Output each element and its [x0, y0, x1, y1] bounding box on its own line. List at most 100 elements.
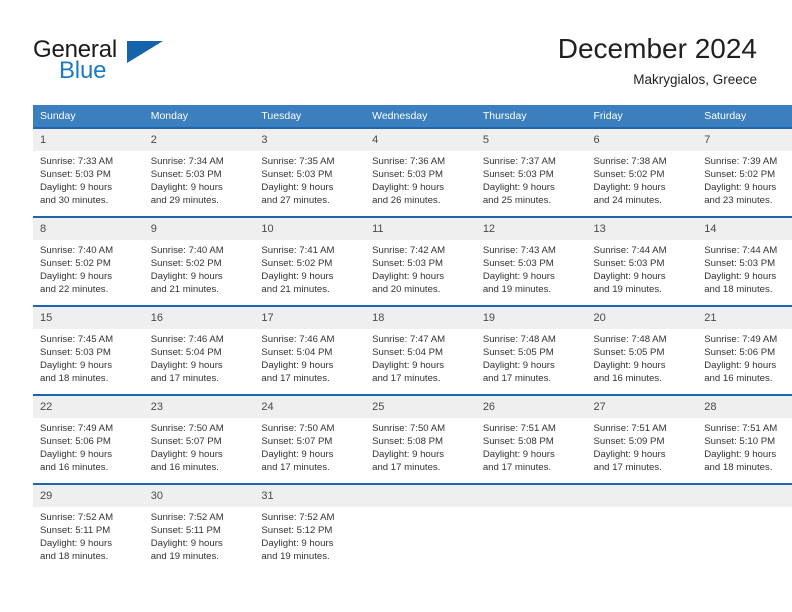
- calendar-day-cell[interactable]: 6 Sunrise: 7:38 AM Sunset: 5:02 PM Daylight…: [586, 127, 698, 216]
- daylight-text-line1: Daylight: 9 hours: [482, 449, 555, 461]
- calendar-day-cell-empty: [475, 483, 587, 572]
- calendar-day-cell[interactable]: 11 Sunrise: 7:42 AM Sunset: 5:03 PM Dayligh…: [365, 216, 476, 305]
- daylight-text-line1: Daylight: 9 hours: [150, 538, 223, 550]
- day-details: Sunrise: 7:36 AM Sunset: 5:03 PM Daylight:…: [365, 151, 476, 207]
- day-number: [697, 485, 792, 507]
- sunrise-text: Sunrise: 7:39 AM: [704, 156, 778, 167]
- day-number: 22: [33, 396, 144, 418]
- daylight-text-line1: Daylight: 9 hours: [704, 449, 777, 461]
- sunrise-text: Sunrise: 7:36 AM: [372, 156, 446, 167]
- sunset-text: Sunset: 5:03 PM: [372, 169, 444, 181]
- day-details: [697, 507, 792, 511]
- daylight-text-line1: Daylight: 9 hours: [150, 360, 223, 372]
- calendar-day-cell[interactable]: 21 Sunrise: 7:49 AM Sunset: 5:06 PM Dayligh…: [697, 305, 792, 394]
- page-title: December 2024: [557, 33, 757, 64]
- calendar-day-cell[interactable]: 9 Sunrise: 7:40 AM Sunset: 5:02 PM Daylight…: [143, 216, 255, 305]
- sunset-text: Sunset: 5:12 PM: [261, 525, 333, 537]
- calendar-day-cell[interactable]: 17 Sunrise: 7:46 AM Sunset: 5:04 PM Dayligh…: [254, 305, 366, 394]
- daylight-text-line1: Daylight: 9 hours: [372, 449, 445, 461]
- sunset-text: Sunset: 5:03 PM: [40, 169, 111, 181]
- day-number: 29: [33, 485, 144, 507]
- weekday-header-saturday: Saturday: [697, 105, 792, 127]
- weekday-header-monday: Monday: [143, 105, 255, 127]
- sunrise-text: Sunrise: 7:35 AM: [261, 156, 335, 167]
- day-number: 4: [365, 129, 476, 151]
- calendar-day-cell[interactable]: 12 Sunrise: 7:43 AM Sunset: 5:03 PM Dayligh…: [475, 216, 587, 305]
- daylight-text-line2: and 16 minutes.: [593, 373, 662, 385]
- calendar-day-cell[interactable]: 19 Sunrise: 7:48 AM Sunset: 5:05 PM Dayligh…: [475, 305, 587, 394]
- sunset-text: Sunset: 5:02 PM: [704, 169, 776, 181]
- calendar-day-cell[interactable]: 8 Sunrise: 7:40 AM Sunset: 5:02 PM Daylight…: [33, 216, 144, 305]
- day-number: 31: [254, 485, 366, 507]
- calendar-day-cell[interactable]: 24 Sunrise: 7:50 AM Sunset: 5:07 PM Dayligh…: [254, 394, 366, 483]
- calendar-day-cell[interactable]: 27 Sunrise: 7:51 AM Sunset: 5:09 PM Dayligh…: [586, 394, 698, 483]
- calendar-day-cell[interactable]: 5 Sunrise: 7:37 AM Sunset: 5:03 PM Daylight…: [475, 127, 587, 216]
- sunrise-text: Sunrise: 7:40 AM: [150, 245, 224, 256]
- sunrise-text: Sunrise: 7:46 AM: [261, 334, 335, 345]
- calendar-day-cell[interactable]: 4 Sunrise: 7:36 AM Sunset: 5:03 PM Daylight…: [365, 127, 476, 216]
- triangle-icon: [127, 41, 163, 63]
- sunrise-text: Sunrise: 7:43 AM: [482, 245, 556, 256]
- daylight-text-line1: Daylight: 9 hours: [150, 182, 223, 194]
- calendar-day-cell[interactable]: 22 Sunrise: 7:49 AM Sunset: 5:06 PM Dayligh…: [33, 394, 144, 483]
- sunset-text: Sunset: 5:03 PM: [704, 258, 776, 270]
- sunset-text: Sunset: 5:02 PM: [40, 258, 111, 270]
- daylight-text-line2: and 19 minutes.: [482, 284, 552, 296]
- day-details: Sunrise: 7:39 AM Sunset: 5:02 PM Daylight:…: [697, 151, 792, 207]
- calendar-day-cell[interactable]: 16 Sunrise: 7:46 AM Sunset: 5:04 PM Dayligh…: [143, 305, 255, 394]
- calendar-day-cell[interactable]: 3 Sunrise: 7:35 AM Sunset: 5:03 PM Daylight…: [254, 127, 366, 216]
- calendar-day-cell-empty: [586, 483, 698, 572]
- sunset-text: Sunset: 5:11 PM: [150, 525, 221, 537]
- sunset-text: Sunset: 5:03 PM: [372, 258, 444, 270]
- daylight-text-line1: Daylight: 9 hours: [261, 449, 334, 461]
- calendar-day-cell[interactable]: 2 Sunrise: 7:34 AM Sunset: 5:03 PM Daylight…: [143, 127, 255, 216]
- day-number: 28: [697, 396, 792, 418]
- calendar-day-cell[interactable]: 31 Sunrise: 7:52 AM Sunset: 5:12 PM Dayligh…: [254, 483, 366, 572]
- day-details: Sunrise: 7:51 AM Sunset: 5:09 PM Daylight:…: [587, 418, 698, 474]
- calendar-day-cell[interactable]: 30 Sunrise: 7:52 AM Sunset: 5:11 PM Dayligh…: [143, 483, 255, 572]
- calendar-day-cell[interactable]: 29 Sunrise: 7:52 AM Sunset: 5:11 PM Dayligh…: [33, 483, 144, 572]
- calendar-day-cell[interactable]: 1 Sunrise: 7:33 AM Sunset: 5:03 PM Daylight…: [33, 127, 144, 216]
- sunset-text: Sunset: 5:03 PM: [261, 169, 333, 181]
- daylight-text-line1: Daylight: 9 hours: [482, 271, 555, 283]
- day-number: 18: [365, 307, 476, 329]
- sunset-text: Sunset: 5:08 PM: [372, 436, 444, 448]
- calendar-day-cell[interactable]: 23 Sunrise: 7:50 AM Sunset: 5:07 PM Dayligh…: [143, 394, 255, 483]
- daylight-text-line1: Daylight: 9 hours: [40, 449, 112, 461]
- calendar-day-cell[interactable]: 26 Sunrise: 7:51 AM Sunset: 5:08 PM Dayligh…: [475, 394, 587, 483]
- calendar-day-cell[interactable]: 7 Sunrise: 7:39 AM Sunset: 5:02 PM Daylight…: [697, 127, 792, 216]
- sunset-text: Sunset: 5:11 PM: [40, 525, 111, 537]
- calendar-day-cell[interactable]: 28 Sunrise: 7:51 AM Sunset: 5:10 PM Dayligh…: [697, 394, 792, 483]
- brand-logo[interactable]: General Blue: [33, 36, 213, 92]
- sunset-text: Sunset: 5:03 PM: [150, 169, 222, 181]
- day-details: Sunrise: 7:49 AM Sunset: 5:06 PM Daylight:…: [33, 418, 144, 474]
- day-number: 2: [143, 129, 255, 151]
- day-number: 16: [143, 307, 255, 329]
- sunset-text: Sunset: 5:05 PM: [593, 347, 665, 359]
- day-number: 26: [475, 396, 587, 418]
- calendar-day-cell[interactable]: 14 Sunrise: 7:44 AM Sunset: 5:03 PM Dayligh…: [697, 216, 792, 305]
- calendar-day-cell[interactable]: 13 Sunrise: 7:44 AM Sunset: 5:03 PM Dayligh…: [586, 216, 698, 305]
- calendar-day-cell[interactable]: 15 Sunrise: 7:45 AM Sunset: 5:03 PM Dayligh…: [33, 305, 144, 394]
- day-details: Sunrise: 7:35 AM Sunset: 5:03 PM Daylight:…: [254, 151, 365, 207]
- day-number: 5: [475, 129, 587, 151]
- day-number: 20: [586, 307, 698, 329]
- daylight-text-line1: Daylight: 9 hours: [261, 271, 334, 283]
- day-details: Sunrise: 7:50 AM Sunset: 5:07 PM Daylight:…: [144, 418, 255, 474]
- day-details: [476, 507, 587, 511]
- calendar-grid: Sunday Monday Tuesday Wednesday Thursday…: [33, 105, 792, 572]
- calendar-day-cell[interactable]: 25 Sunrise: 7:50 AM Sunset: 5:08 PM Dayligh…: [365, 394, 476, 483]
- day-details: Sunrise: 7:37 AM Sunset: 5:03 PM Daylight:…: [476, 151, 587, 207]
- day-number: 14: [697, 218, 792, 240]
- weekday-header-sunday: Sunday: [33, 105, 144, 127]
- calendar-day-cell[interactable]: 20 Sunrise: 7:48 AM Sunset: 5:05 PM Dayligh…: [586, 305, 698, 394]
- sunrise-text: Sunrise: 7:51 AM: [704, 423, 778, 434]
- daylight-text-line2: and 21 minutes.: [150, 284, 219, 296]
- calendar-day-cell[interactable]: 18 Sunrise: 7:47 AM Sunset: 5:04 PM Dayligh…: [365, 305, 476, 394]
- sunset-text: Sunset: 5:07 PM: [150, 436, 222, 448]
- day-details: Sunrise: 7:40 AM Sunset: 5:02 PM Daylight:…: [144, 240, 255, 296]
- page-header: General Blue December 2024 Makrygialos, …: [0, 0, 792, 100]
- sunrise-text: Sunrise: 7:50 AM: [150, 423, 224, 434]
- calendar-day-cell[interactable]: 10 Sunrise: 7:41 AM Sunset: 5:02 PM Dayligh…: [254, 216, 366, 305]
- day-number: 9: [143, 218, 255, 240]
